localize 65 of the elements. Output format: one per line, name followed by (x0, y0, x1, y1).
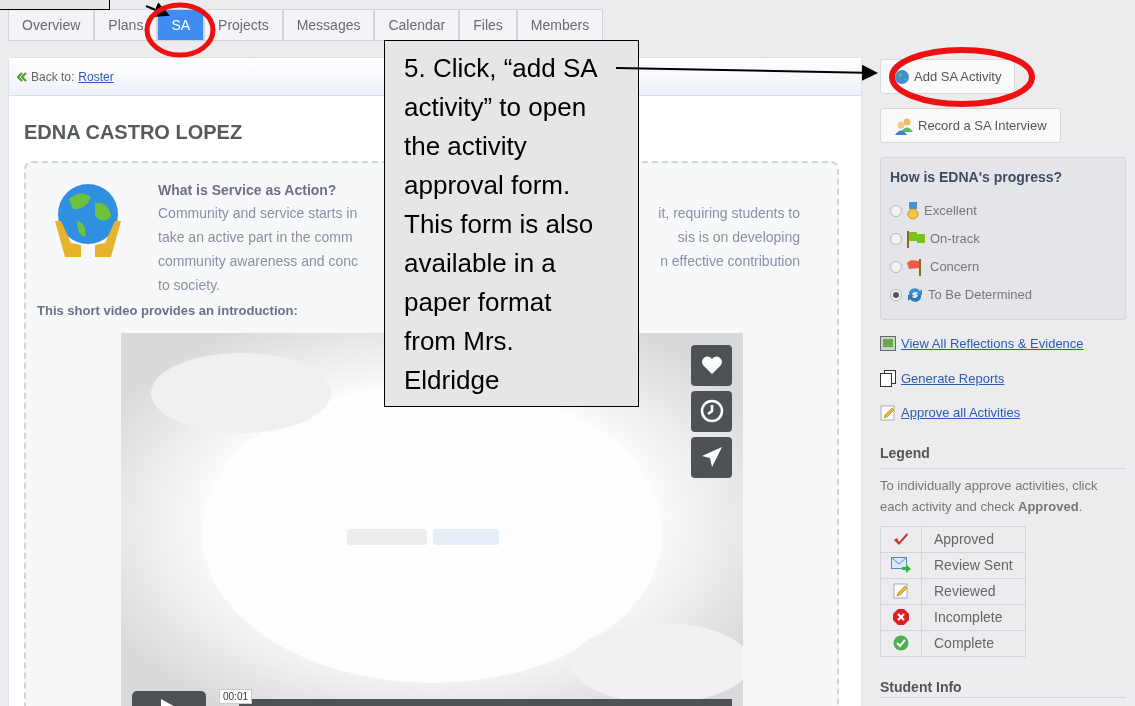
medal-icon (906, 202, 920, 220)
progress-option-label: Concern (930, 258, 980, 277)
tab[interactable]: Files (459, 9, 517, 41)
sidebar-link[interactable]: Approve all Activities (901, 403, 1021, 423)
roster-link[interactable]: Roster (78, 67, 114, 86)
like-button[interactable] (691, 344, 732, 386)
radio-button[interactable] (890, 289, 902, 301)
video-caption: This short video provides an introduction: (37, 302, 298, 320)
clock-icon (699, 399, 724, 423)
breadcrumb-label: Back to: (31, 68, 75, 86)
intro-text: Community and service starts in (158, 204, 358, 223)
intro-text: sis is on developing (677, 228, 800, 247)
student-name: EDNA CASTRO LOPEZ (24, 120, 243, 145)
legend-label: Approved (921, 526, 1026, 552)
legend-note: To individually approve activities, click each activity and check Approved. (880, 476, 1099, 516)
double-chevron-icon (17, 71, 27, 82)
arrow (145, 2, 170, 18)
radio-button[interactable] (890, 261, 902, 273)
radio-button[interactable] (890, 233, 902, 245)
watch-later-button[interactable] (691, 390, 732, 432)
add-activity-button[interactable]: Add SA Activity (880, 59, 1016, 94)
tab[interactable]: Plans (94, 9, 158, 41)
student-info-heading: Student Info (880, 678, 1126, 698)
sidebar-link[interactable]: View All Reflections & Evidence (901, 334, 1084, 354)
intro-title: What is Service as Action? (158, 181, 337, 200)
legend-label: Review Sent (921, 552, 1026, 578)
progress-option-label: On-track (930, 230, 980, 249)
heart-icon (700, 356, 723, 374)
tab[interactable]: Members (516, 9, 604, 41)
pencil-icon (893, 583, 909, 599)
highlight-circle (144, 2, 216, 58)
check-circle-icon (893, 635, 909, 651)
refresh-icon (906, 286, 924, 304)
callout-box: 5. Click, “add SA activity” to open the activity approval form. This form is also available in a paper format from Mrs. Eldridge (384, 40, 639, 407)
intro-text: it, requiring students to (658, 204, 800, 223)
intro-text: community awareness and conc (158, 252, 358, 271)
tab[interactable]: Projects (204, 9, 283, 41)
pencil-icon (880, 404, 896, 421)
intro-text: to society. (158, 276, 220, 295)
intro-text: take an active part in the comm (158, 228, 353, 247)
radio-button[interactable] (890, 205, 902, 217)
checkmark-icon (893, 532, 909, 546)
flag-icon (906, 230, 926, 248)
paper-plane-icon (700, 446, 723, 468)
tab[interactable]: Messages (282, 9, 375, 41)
intro-text: n effective contribution (660, 252, 800, 271)
documents-icon (880, 369, 896, 387)
sidebar-link[interactable]: Generate Reports (901, 368, 1005, 388)
globe-icon (894, 68, 910, 85)
tab[interactable]: Calendar (374, 9, 460, 41)
legend-label: Complete (921, 630, 1026, 656)
error-icon (893, 609, 909, 625)
progress-option-label: To Be Determined (928, 286, 1033, 305)
progress-title: How is EDNA's progress? (890, 168, 1064, 187)
picture-frame-icon (880, 336, 896, 352)
people-icon (894, 116, 914, 135)
legend-heading: Legend (880, 442, 1126, 469)
envelope-icon (891, 557, 911, 573)
share-button[interactable] (691, 436, 732, 478)
tab[interactable]: Overview (8, 9, 95, 41)
record-interview-button[interactable]: Record a SA Interview (880, 108, 1061, 143)
progress-option-label: Excellent (924, 202, 977, 221)
legend-label: Reviewed (921, 578, 1026, 604)
tab[interactable]: SA (157, 9, 205, 41)
legend-label: Incomplete (921, 604, 1026, 630)
